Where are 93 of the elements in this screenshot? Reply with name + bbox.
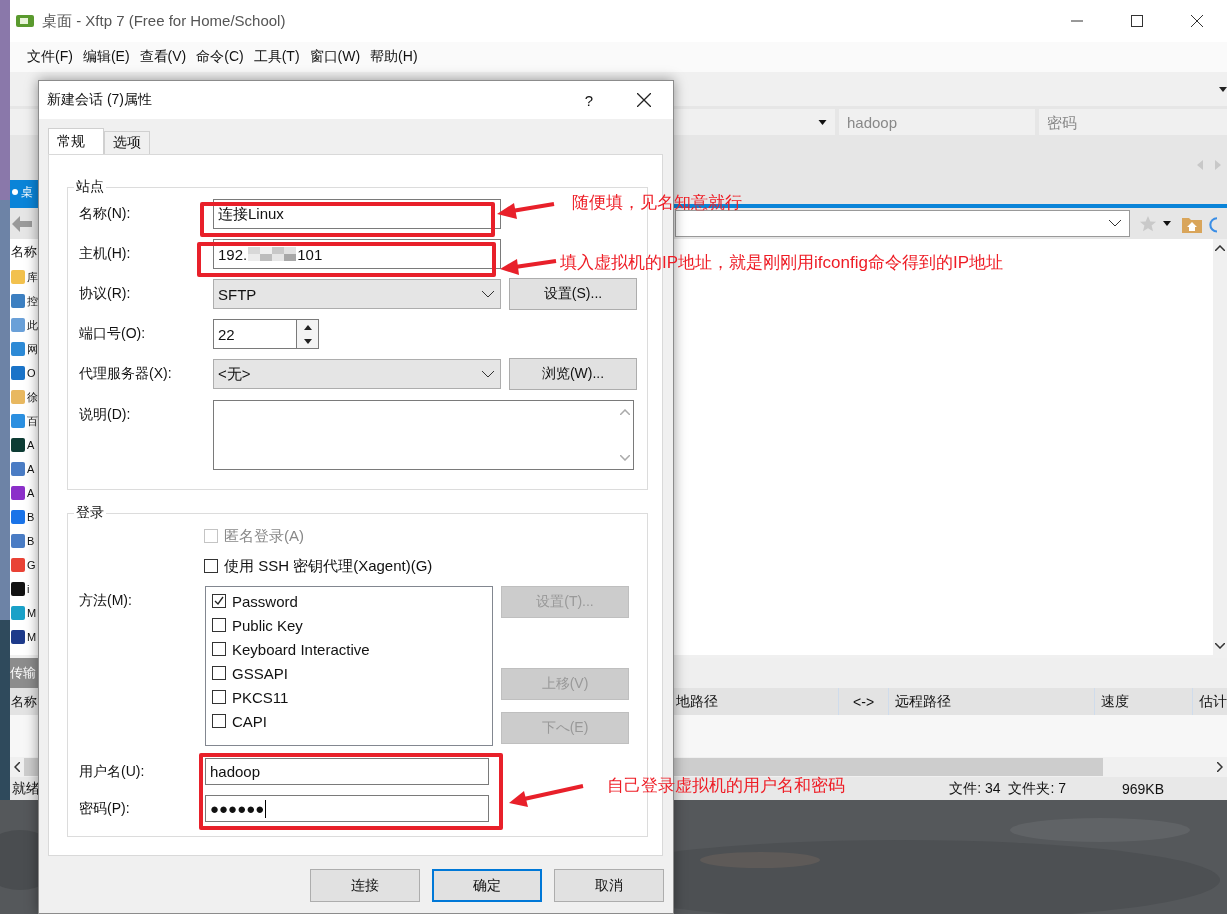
checkbox[interactable] (204, 559, 218, 573)
field-label: 主机(H): (79, 245, 132, 263)
file-name[interactable]: i (27, 583, 30, 595)
path-combo[interactable] (675, 210, 1130, 237)
method-option[interactable]: PKCS11 (232, 688, 289, 706)
file-name[interactable]: 此 (27, 317, 38, 333)
browse-button[interactable]: 浏览(W)... (509, 358, 637, 390)
chevron-icon (482, 290, 494, 298)
checkbox[interactable] (212, 690, 226, 704)
file-count: 文件: 34 文件夹: 7 (948, 779, 1066, 798)
column-header[interactable]: 估计 (1193, 688, 1227, 715)
dialog-button[interactable]: 连接 (310, 869, 420, 902)
blurred-text-drawing (248, 247, 297, 261)
menu-item[interactable]: 工具(T) (250, 46, 303, 68)
column-header[interactable]: 名称 (10, 688, 38, 715)
menu-item[interactable]: 文件(F) (24, 46, 76, 68)
column-header[interactable]: 名称 (10, 239, 38, 265)
field-label: 说明(D): (79, 405, 132, 424)
file-name[interactable]: A (27, 463, 35, 475)
file-name[interactable]: A (27, 439, 35, 451)
menu-item[interactable]: 帮助(H) (367, 46, 421, 68)
username-field[interactable]: hadoop (205, 758, 489, 785)
annotation-text: 填入虚拟机的IP地址，就是刚刚用ifconfig命令得到的IP地址 (560, 252, 1003, 274)
chevron-icon (482, 370, 494, 378)
method-option[interactable]: GSSAPI (232, 664, 288, 682)
checkbox[interactable] (212, 666, 226, 680)
menu-item[interactable]: 查看(V) (136, 46, 190, 68)
star-icon[interactable] (1138, 214, 1158, 233)
menu-item[interactable]: 编辑(E) (79, 46, 133, 68)
total-size: 969KB (1121, 780, 1166, 797)
checkbox[interactable] (212, 714, 226, 728)
dialog-button[interactable]: 取消 (554, 869, 664, 902)
method-option[interactable]: Password (232, 592, 298, 610)
refresh-icon[interactable] (1207, 214, 1217, 233)
file-name[interactable]: B (27, 511, 35, 523)
scroll-up-icon[interactable] (1215, 245, 1225, 251)
menu-item[interactable]: 命令(C) (193, 46, 247, 68)
proxy-dropdown[interactable]: <无> (213, 359, 501, 389)
caret-icon[interactable] (1219, 86, 1227, 92)
dialog-button[interactable]: 确定 (432, 869, 542, 902)
field-label: 密码(P): (79, 799, 131, 818)
file-name[interactable]: M (27, 631, 37, 643)
spinner[interactable] (297, 319, 319, 349)
annotation-arrow (500, 259, 557, 275)
annotation-text: 自己登录虚拟机的用户名和密码 (607, 775, 845, 797)
password-field[interactable]: ●●●●●● (205, 795, 489, 822)
tab[interactable]: 选项 (104, 131, 150, 154)
file-name[interactable]: O (27, 367, 36, 379)
file-name[interactable]: 徐 (27, 389, 38, 405)
checkbox[interactable] (212, 594, 226, 608)
file-name[interactable]: G (27, 559, 36, 571)
file-name[interactable]: 网 (27, 341, 38, 357)
password-field[interactable]: 密码 (1039, 109, 1227, 135)
status-text: 就绪 (11, 779, 40, 798)
port-field[interactable]: 22 (213, 319, 297, 349)
local-tab[interactable]: 桌 (10, 180, 38, 204)
scroll-down-icon[interactable] (1215, 643, 1225, 649)
protocol-dropdown[interactable]: SFTP (213, 279, 501, 309)
checkbox[interactable] (212, 618, 226, 632)
file-name[interactable]: 控 (27, 293, 38, 309)
tab[interactable]: 常规 (48, 128, 104, 154)
field-label: 方法(M): (79, 591, 133, 610)
help-button[interactable]: ? (584, 91, 593, 109)
close-icon[interactable] (637, 93, 651, 107)
method-option[interactable]: Keyboard Interactive (232, 640, 370, 658)
field-label: 名称(N): (79, 205, 132, 223)
dot-icon (12, 189, 18, 195)
group-title: 登录 (75, 504, 105, 522)
file-name[interactable]: 百 (27, 413, 38, 429)
method-option[interactable]: Public Key (232, 616, 303, 634)
field-label: 协议(R): (79, 285, 132, 303)
dialog-title: 新建会话 (7)属性 (47, 91, 152, 109)
scrollbar[interactable] (1213, 239, 1227, 655)
caret-icon (818, 119, 827, 125)
menu-item[interactable]: 窗口(W) (306, 46, 364, 68)
chevron-icon (1109, 220, 1121, 227)
file-name[interactable]: A (27, 487, 35, 499)
app-icon (16, 14, 34, 28)
field-label: 端口号(O): (79, 325, 147, 343)
file-name[interactable]: B (27, 535, 35, 547)
checkbox[interactable] (212, 642, 226, 656)
settings-button[interactable]: 设置(S)... (509, 278, 637, 310)
method-option[interactable]: CAPI (232, 712, 267, 730)
annotation-arrow (497, 202, 555, 219)
window-title: 桌面 - Xftp 7 (Free for Home/School) (42, 11, 286, 31)
file-name[interactable]: M (27, 607, 37, 619)
field-label: 代理服务器(X): (79, 365, 173, 383)
field-label: 用户名(U): (79, 762, 146, 781)
file-name[interactable]: 库 (27, 269, 38, 285)
caret-icon[interactable] (1163, 221, 1171, 226)
pane-title: 传输 (10, 658, 38, 688)
group-title: 站点 (75, 178, 105, 196)
checkbox-label[interactable]: 使用 SSH 密钥代理(Xagent)(G) (224, 556, 433, 576)
